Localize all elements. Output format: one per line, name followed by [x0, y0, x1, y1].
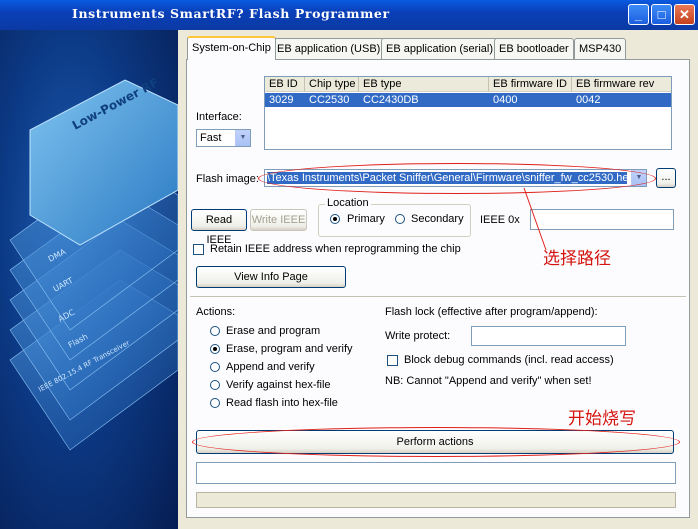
primary-radio[interactable]	[330, 214, 340, 224]
chevron-down-icon: ▼	[235, 130, 250, 146]
tab-eb-bootloader[interactable]: EB bootloader	[494, 38, 574, 59]
flash-programmer-window: Instruments SmartRF? Flash Programmer _ …	[0, 0, 698, 529]
location-title: Location	[325, 197, 371, 209]
minimize-icon: _	[634, 7, 643, 22]
window-title: Instruments SmartRF? Flash Programmer	[72, 6, 390, 21]
write-protect-label: Write protect:	[385, 330, 451, 342]
view-info-page-button[interactable]: View Info Page	[196, 266, 346, 288]
title-bar[interactable]: Instruments SmartRF? Flash Programmer _ …	[0, 0, 698, 30]
flash-lock-label: Flash lock (effective after program/appe…	[385, 306, 598, 318]
flash-image-label: Flash image:	[196, 173, 259, 185]
table-header[interactable]: EB firmware ID	[489, 77, 572, 92]
minimize-button[interactable]: _	[628, 4, 649, 25]
block-debug-label: Block debug commands (incl. read access)	[404, 354, 614, 366]
annotation-ellipse	[192, 427, 680, 457]
interface-value: Fast	[200, 132, 222, 144]
read-ieee-button[interactable]: Read IEEE	[191, 209, 247, 246]
retain-ieee-label: Retain IEEE address when reprogramming t…	[210, 243, 461, 255]
tab-system-on-chip[interactable]: System-on-Chip	[187, 36, 276, 60]
action-option-label: Erase and program	[226, 325, 321, 337]
section-divider	[190, 296, 686, 298]
action-option-label: Verify against hex-file	[226, 379, 331, 391]
browse-button[interactable]: ...	[656, 168, 676, 188]
table-cell: CC2530	[309, 94, 350, 106]
table-header[interactable]: EB ID	[265, 77, 305, 92]
flash-lock-note: NB: Cannot "Append and verify" when set!	[385, 375, 592, 387]
tab-eb-application-serial[interactable]: EB application (serial)	[381, 38, 498, 59]
action-radio-append-verify[interactable]	[210, 362, 220, 372]
action-option-label: Read flash into hex-file	[226, 397, 338, 409]
write-protect-input[interactable]	[471, 326, 626, 346]
action-radio-verify-hex[interactable]	[210, 380, 220, 390]
table-header[interactable]: Chip type	[305, 77, 359, 92]
tab-eb-application-usb[interactable]: EB application (USB)	[272, 38, 386, 59]
write-ieee-button[interactable]: Write IEEE	[250, 209, 307, 231]
maximize-button[interactable]: □	[651, 4, 672, 25]
table-row[interactable]: 3029 CC2530 CC2430DB 0400 0042	[265, 93, 671, 107]
table-cell: CC2430DB	[363, 94, 419, 106]
actions-label: Actions:	[196, 306, 236, 318]
tab-msp430[interactable]: MSP430	[574, 38, 627, 59]
table-header[interactable]: EB type	[359, 77, 489, 92]
ieee-prefix-label: IEEE 0x	[480, 214, 520, 226]
secondary-radio[interactable]	[395, 214, 405, 224]
action-option-label: Append and verify	[226, 361, 315, 373]
interface-select[interactable]: Fast ▼	[196, 129, 251, 147]
chip-illustration: Low-Power RF DMA UART ADC Flash IEEE 802…	[0, 30, 178, 529]
table-cell: 3029	[269, 94, 294, 106]
block-debug-checkbox[interactable]	[387, 355, 398, 366]
table-cell: 0042	[576, 94, 601, 106]
status-field	[196, 462, 676, 484]
table-header[interactable]: EB firmware rev	[572, 77, 671, 92]
retain-ieee-checkbox[interactable]	[193, 244, 204, 255]
primary-label: Primary	[347, 213, 385, 225]
table-cell: 0400	[493, 94, 518, 106]
annotation-ellipse	[258, 163, 656, 194]
action-radio-read-flash[interactable]	[210, 398, 220, 408]
chip-layers-graphic: Low-Power RF DMA UART ADC Flash IEEE 802…	[9, 75, 178, 451]
close-icon: ✕	[679, 7, 690, 22]
maximize-icon: □	[657, 7, 666, 22]
close-button[interactable]: ✕	[674, 4, 695, 25]
annotation-select-path: 选择路径	[543, 249, 611, 269]
action-radio-erase-program-verify[interactable]	[210, 344, 220, 354]
secondary-label: Secondary	[411, 213, 464, 225]
interface-label: Interface:	[196, 111, 242, 123]
progress-bar	[196, 492, 676, 508]
action-option-label: Erase, program and verify	[226, 343, 353, 355]
action-radio-erase-program[interactable]	[210, 326, 220, 336]
device-table[interactable]: EB ID Chip type EB type EB firmware ID E…	[264, 76, 672, 150]
annotation-arrow	[523, 187, 547, 251]
annotation-start-burn: 开始烧写	[568, 409, 636, 429]
